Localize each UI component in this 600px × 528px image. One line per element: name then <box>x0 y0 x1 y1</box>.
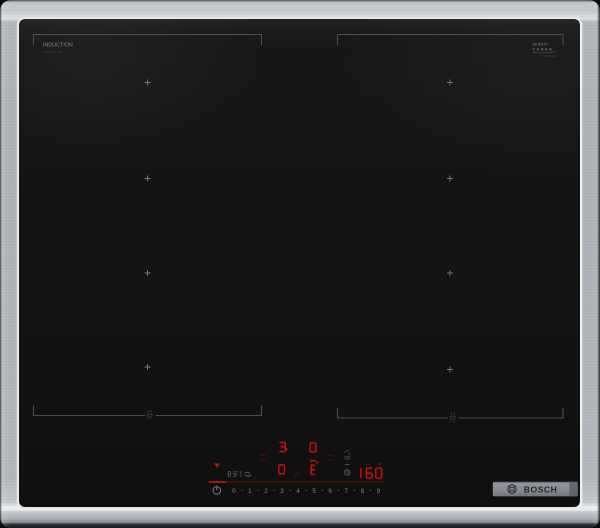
svg-text:3: 3 <box>280 488 284 495</box>
svg-text:INDUCTION: INDUCTION <box>43 43 73 49</box>
svg-text:0: 0 <box>232 488 236 495</box>
svg-text:1: 1 <box>248 488 252 495</box>
svg-text:8: 8 <box>361 488 365 495</box>
svg-text:MIRADUR: MIRADUR <box>544 55 557 58</box>
svg-text:CERAN: CERAN <box>533 47 554 52</box>
svg-text:BOSCH: BOSCH <box>524 484 558 494</box>
svg-text:7: 7 <box>344 488 348 495</box>
svg-text:5: 5 <box>312 488 316 495</box>
svg-text:4: 4 <box>296 488 300 495</box>
svg-text:9: 9 <box>377 488 381 495</box>
svg-text:6: 6 <box>328 488 332 495</box>
svg-text:PXY875DC1E: PXY875DC1E <box>43 50 62 54</box>
svg-text:2: 2 <box>264 488 268 495</box>
